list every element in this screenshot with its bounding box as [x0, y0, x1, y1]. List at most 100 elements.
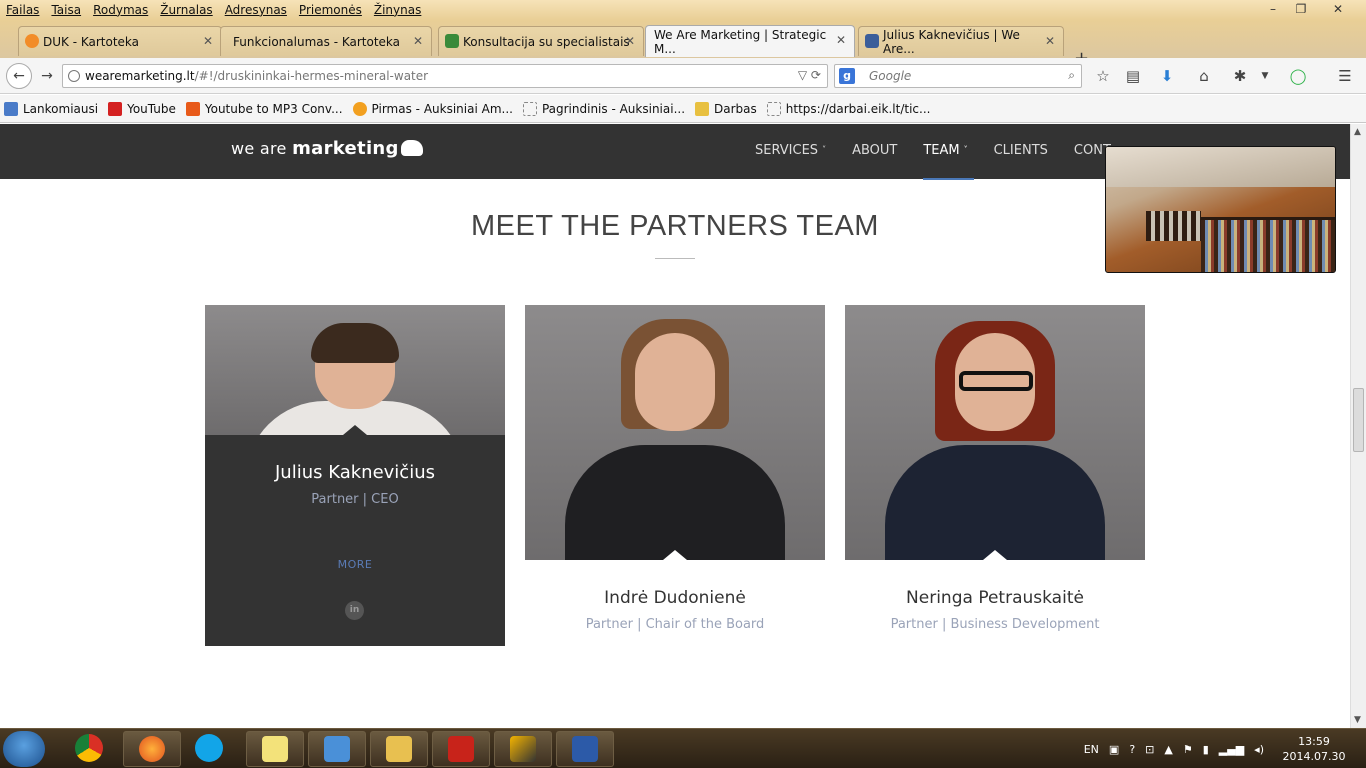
kartoteka-icon	[25, 34, 39, 48]
search-input[interactable]: g Google ⌕	[834, 64, 1082, 88]
paint-icon	[572, 736, 598, 762]
minimize-button[interactable]: –	[1260, 0, 1286, 18]
card-notch	[983, 550, 1007, 560]
tab-we-are-marketing[interactable]: We Are Marketing | Strategic M... ✕	[645, 25, 855, 57]
power-icon[interactable]: ▮	[1203, 743, 1209, 756]
bookmark-label: Youtube to MP3 Conv...	[204, 101, 343, 116]
download-icon[interactable]: ⬇	[1157, 66, 1177, 86]
logo-text-light: we are	[231, 139, 293, 158]
portrait-face	[635, 333, 715, 431]
tab-konsultacija[interactable]: Konsultacija su specialistais ✕	[438, 26, 644, 56]
bookmark-pagrindinis[interactable]: Pagrindinis - Auksiniai...	[522, 101, 685, 116]
close-tab-icon[interactable]: ✕	[625, 34, 635, 48]
volume-icon[interactable]: ◂)	[1254, 743, 1264, 756]
close-tab-icon[interactable]: ✕	[836, 33, 846, 47]
system-tray: EN ▣ ? ⊡ ▲ ⚑ ▮ ▂▄▆ ◂) 13:59 2014.07.30	[1084, 729, 1366, 768]
address-bar[interactable]: wearemarketing.lt/#!/druskininkai-hermes…	[62, 64, 828, 88]
maximize-button[interactable]: ❐	[1288, 0, 1314, 18]
scroll-down-icon[interactable]: ▼	[1354, 715, 1361, 725]
menu-icon[interactable]: ☰	[1335, 66, 1355, 86]
nav-clients[interactable]: CLIENTS	[994, 143, 1048, 158]
chrome-icon[interactable]	[75, 734, 103, 762]
chevron-up-icon[interactable]: ▲	[1164, 743, 1172, 756]
scrollbar-thumb[interactable]	[1353, 388, 1364, 452]
menu-help[interactable]: Žinynas	[374, 3, 421, 17]
taskbar-firefox[interactable]	[123, 731, 181, 767]
clock[interactable]: 13:59 2014.07.30	[1274, 734, 1354, 764]
taskbar-winamp[interactable]	[494, 731, 552, 767]
taskbar-app[interactable]	[308, 731, 366, 767]
close-window-button[interactable]: ✕	[1316, 0, 1360, 18]
start-button[interactable]	[3, 731, 45, 767]
tab-funkcionalumas[interactable]: Funkcionalumas - Kartoteka ✕	[220, 26, 432, 56]
tree-icon	[445, 34, 459, 48]
reload-icon[interactable]: ▽ ⟳	[798, 68, 821, 82]
taskbar-filezilla[interactable]	[432, 731, 490, 767]
bookmark-star-icon[interactable]: ☆	[1093, 66, 1113, 86]
member-name: Indrė Dudonienė	[604, 588, 746, 608]
menu-file[interactable]: Failas	[6, 3, 39, 17]
taskbar-sticky-notes[interactable]	[246, 731, 304, 767]
search-icon[interactable]: ⌕	[1068, 68, 1075, 83]
bookmark-youtube-mp3[interactable]: Youtube to MP3 Conv...	[185, 101, 343, 116]
member-role: Partner | Business Development	[890, 617, 1100, 632]
bookmark-darbas[interactable]: Darbas	[695, 101, 757, 116]
close-tab-icon[interactable]: ✕	[1045, 34, 1055, 48]
more-link[interactable]: MORE	[205, 558, 505, 571]
sync-icon[interactable]: ◯	[1288, 66, 1308, 86]
site-logo[interactable]: we are marketing	[231, 138, 423, 159]
language-indicator[interactable]: EN	[1084, 743, 1099, 756]
bookmark-darbai[interactable]: https://darbai.eik.lt/tic...	[766, 101, 930, 116]
display-icon[interactable]: ⊡	[1145, 743, 1154, 756]
menu-edit[interactable]: Taisa	[51, 3, 81, 17]
bookmarks-bar: Lankomiausi YouTube Youtube to MP3 Conv.…	[0, 95, 1366, 123]
linkedin-icon[interactable]: in	[345, 601, 364, 620]
lightning-icon	[510, 736, 536, 762]
portrait-body	[565, 445, 785, 560]
close-tab-icon[interactable]: ✕	[203, 34, 213, 48]
back-button[interactable]: ←	[6, 63, 32, 89]
mp3-icon	[185, 101, 200, 116]
extension-icon[interactable]: ✱	[1230, 66, 1250, 86]
taskbar-explorer[interactable]	[370, 731, 428, 767]
windows-taskbar: EN ▣ ? ⊡ ▲ ⚑ ▮ ▂▄▆ ◂) 13:59 2014.07.30	[0, 728, 1366, 768]
taskbar-paint[interactable]	[556, 731, 614, 767]
acrobat-icon[interactable]: ▣	[1109, 743, 1119, 756]
tab-duk[interactable]: DUK - Kartoteka ✕	[18, 26, 222, 56]
skype-icon[interactable]	[195, 734, 223, 762]
bookmark-youtube[interactable]: YouTube	[108, 101, 176, 116]
flag-icon[interactable]: ⚑	[1183, 743, 1193, 756]
member-role: Partner | Chair of the Board	[585, 617, 765, 632]
menu-tools[interactable]: Priemonės	[299, 3, 362, 17]
portrait-photo	[845, 305, 1145, 560]
nav-services[interactable]: SERVICES ˅	[755, 143, 826, 158]
smiley-icon	[352, 101, 367, 116]
tab-julius[interactable]: Julius Kaknevičius | We Are... ✕	[858, 26, 1064, 56]
menu-history[interactable]: Žurnalas	[160, 3, 212, 17]
sticky-notes-icon	[262, 736, 288, 762]
close-tab-icon[interactable]: ✕	[413, 34, 423, 48]
signal-icon[interactable]: ▂▄▆	[1219, 743, 1244, 756]
google-icon[interactable]: g	[839, 68, 855, 84]
video-ceiling	[1106, 147, 1335, 187]
forward-button[interactable]: →	[34, 63, 60, 89]
home-icon[interactable]: ⌂	[1194, 66, 1214, 86]
page-scrollbar[interactable]: ▲ ▼	[1350, 124, 1366, 728]
globe-icon	[68, 70, 80, 82]
page-viewport: we are marketing SERVICES ˅ ABOUT TEAM ˅ C…	[0, 124, 1350, 728]
bookmark-pirmas[interactable]: Pirmas - Auksiniai Am...	[352, 101, 513, 116]
tab-label: DUK - Kartoteka	[43, 34, 140, 49]
chevron-down-icon[interactable]: ▼	[1255, 66, 1275, 86]
nav-team[interactable]: TEAM ˅	[923, 143, 974, 180]
nav-about[interactable]: ABOUT	[852, 143, 897, 158]
reading-list-icon[interactable]: ▤	[1123, 66, 1143, 86]
scroll-up-icon[interactable]: ▲	[1354, 127, 1361, 137]
help-icon[interactable]: ?	[1129, 743, 1135, 756]
portrait-body	[885, 445, 1105, 560]
menu-view[interactable]: Rodymas	[93, 3, 148, 17]
menu-bookmarks[interactable]: Adresynas	[225, 3, 287, 17]
bookmark-lankomiausi[interactable]: Lankomiausi	[4, 101, 98, 116]
youtube-icon	[108, 101, 123, 116]
elephant-icon	[865, 34, 879, 48]
window-controls: – ❐ ✕	[1260, 0, 1360, 18]
